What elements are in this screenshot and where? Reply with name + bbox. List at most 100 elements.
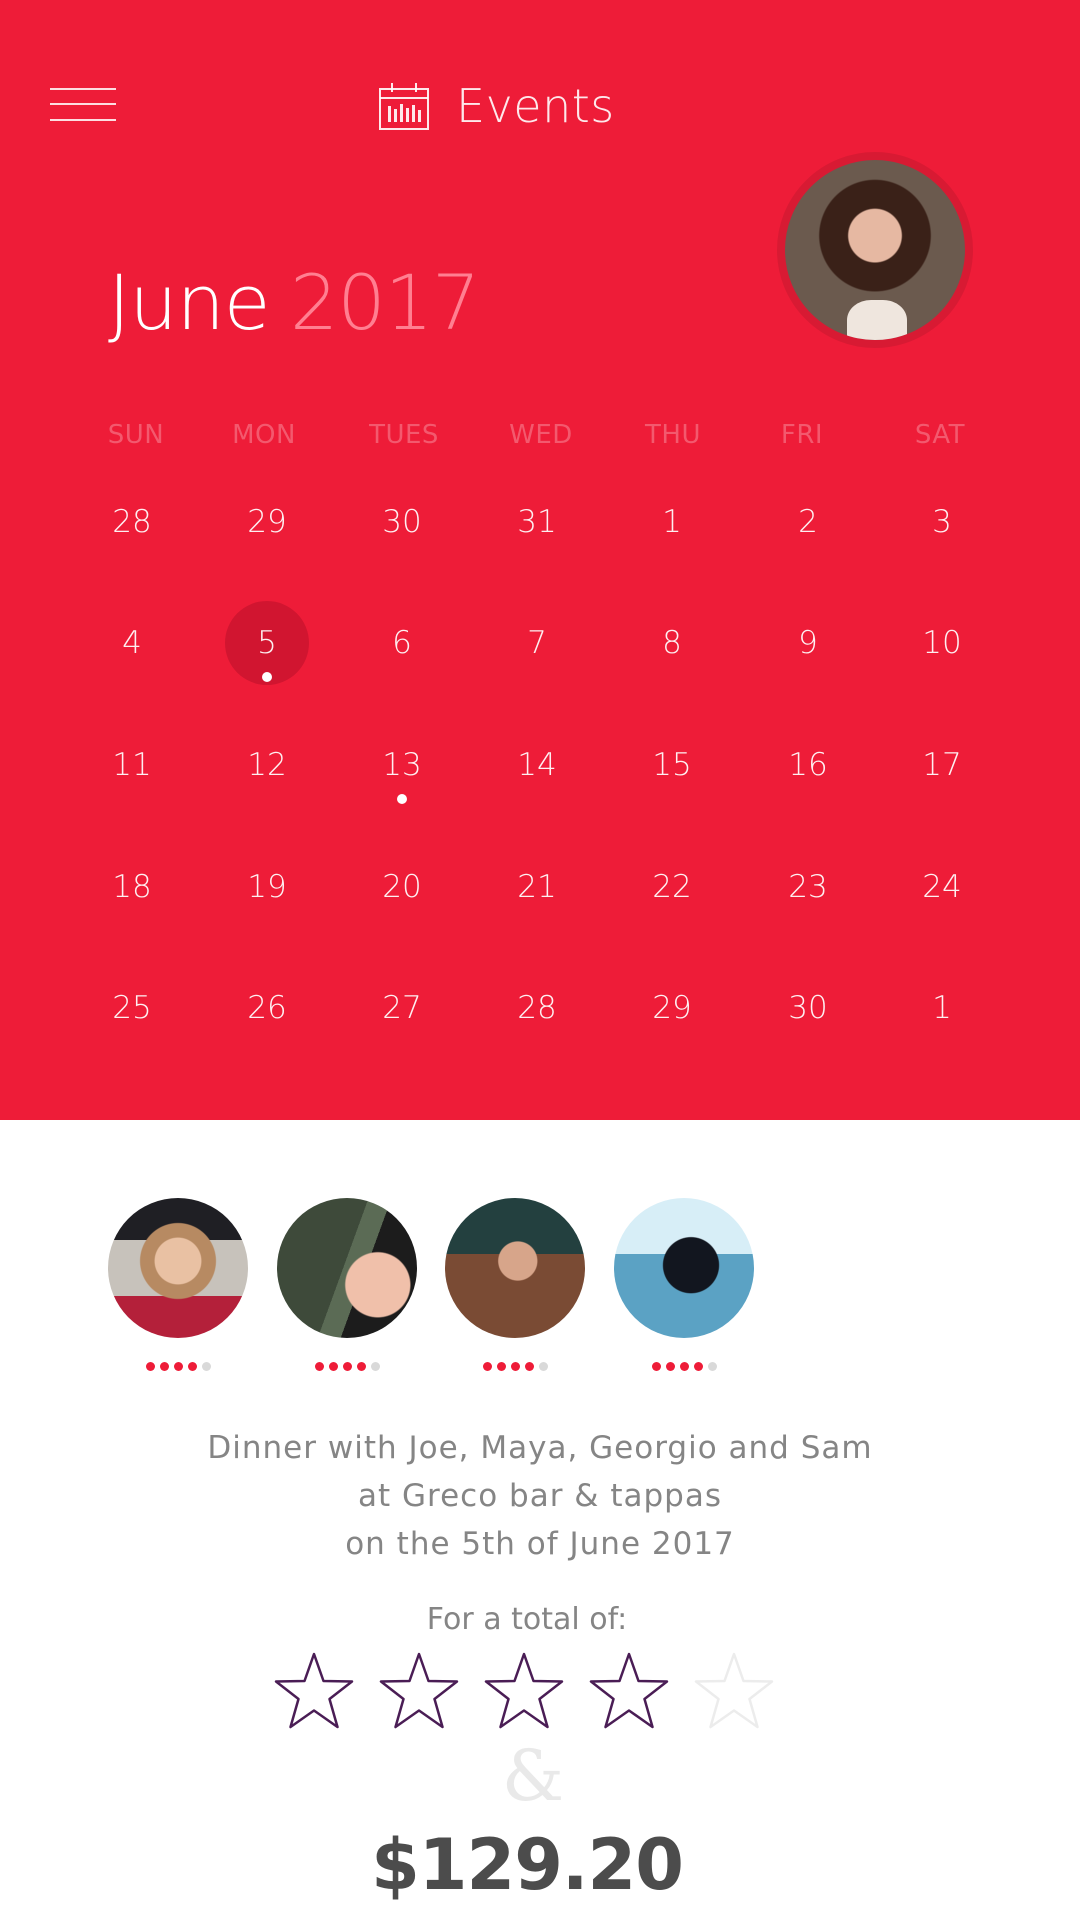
star-icon[interactable] (692, 1650, 776, 1734)
weekday-label: MON (232, 420, 296, 450)
calendar-day[interactable]: 23 (766, 845, 850, 929)
calendar-day-number: 3 (932, 504, 952, 540)
year-label[interactable]: 2017 (290, 258, 480, 347)
calendar-day[interactable]: 6 (360, 601, 444, 685)
attendee-avatar[interactable] (445, 1198, 585, 1338)
calendar-day[interactable]: 4 (90, 601, 174, 685)
calendar-day[interactable]: 8 (630, 601, 714, 685)
attendee-avatar[interactable] (277, 1198, 417, 1338)
event-line: on the 5th of June 2017 (345, 1526, 735, 1562)
calendar-day-number: 28 (112, 504, 152, 540)
ampersand-separator: & (501, 1735, 565, 1817)
weekday-label: FRI (780, 420, 824, 450)
calendar-day[interactable]: 10 (900, 601, 984, 685)
hamburger-menu-icon[interactable] (50, 86, 116, 126)
weekday-label: SUN (107, 420, 165, 450)
calendar-day[interactable]: 12 (225, 723, 309, 807)
rating-dot (187, 1362, 197, 1371)
calendar-day[interactable]: 25 (90, 966, 174, 1050)
calendar-day[interactable]: 29 (225, 480, 309, 564)
calendar-day[interactable]: 16 (766, 723, 850, 807)
weekday-label: TUES (369, 420, 439, 450)
star-icon[interactable] (272, 1650, 356, 1734)
rating-dot (370, 1362, 380, 1371)
calendar-day-number: 11 (112, 747, 152, 783)
event-indicator-dot (262, 672, 272, 682)
calendar-day-number: 19 (247, 869, 287, 905)
calendar-day[interactable]: 5 (225, 601, 309, 685)
calendar-day-number: 21 (517, 869, 557, 905)
calendar-day-number: 31 (517, 504, 557, 540)
star-rating (272, 1650, 792, 1734)
attendee-sam[interactable] (614, 1198, 754, 1378)
calendar-day[interactable]: 9 (766, 601, 850, 685)
rating-dot (482, 1362, 492, 1371)
calendar-day-number: 8 (662, 625, 682, 661)
calendar-day[interactable]: 28 (495, 966, 579, 1050)
calendar-day[interactable]: 18 (90, 845, 174, 929)
calendar-day-number: 7 (527, 625, 547, 661)
page-title: Events (456, 79, 615, 133)
rating-dot (328, 1362, 338, 1371)
calendar-day-number: 15 (652, 747, 692, 783)
calendar-day[interactable]: 30 (766, 966, 850, 1050)
calendar-day[interactable]: 15 (630, 723, 714, 807)
rating-dot (342, 1362, 352, 1371)
event-indicator-dot (397, 794, 407, 804)
attendee-avatar[interactable] (108, 1198, 248, 1338)
calendar-day[interactable]: 29 (630, 966, 714, 1050)
calendar-day-number: 28 (517, 990, 557, 1026)
calendar-day[interactable]: 2 (766, 480, 850, 564)
calendar-header: Events June 2017 SUN MON TUES WED THU FR… (0, 0, 1080, 1120)
calendar-day-number: 1 (662, 504, 682, 540)
rating-dot (145, 1362, 155, 1371)
calendar-day[interactable]: 14 (495, 723, 579, 807)
attendee-avatar[interactable] (614, 1198, 754, 1338)
calendar-day-number: 2 (798, 504, 818, 540)
calendar-day[interactable]: 13 (360, 723, 444, 807)
star-icon[interactable] (482, 1650, 566, 1734)
attendee-georgio[interactable] (445, 1198, 585, 1378)
calendar-day-number: 27 (382, 990, 422, 1026)
attendee-rating-dots (445, 1362, 585, 1371)
calendar-day[interactable]: 28 (90, 480, 174, 564)
rating-dot (510, 1362, 520, 1371)
star-icon[interactable] (377, 1650, 461, 1734)
attendee-joe[interactable] (108, 1198, 248, 1378)
calendar-day[interactable]: 26 (225, 966, 309, 1050)
calendar-day[interactable]: 24 (900, 845, 984, 929)
month-label[interactable]: June (108, 258, 271, 347)
calendar-day-number: 26 (247, 990, 287, 1026)
attendee-maya[interactable] (277, 1198, 417, 1378)
calendar-day[interactable]: 21 (495, 845, 579, 929)
calendar-day[interactable]: 20 (360, 845, 444, 929)
calendar-day-number: 1 (932, 990, 952, 1026)
star-icon[interactable] (587, 1650, 671, 1734)
weekday-label: SAT (914, 420, 966, 450)
calendar-day-number: 17 (922, 747, 962, 783)
calendar-day-number: 23 (788, 869, 828, 905)
calendar-day[interactable]: 1 (900, 966, 984, 1050)
calendar-day[interactable]: 22 (630, 845, 714, 929)
user-avatar[interactable] (777, 152, 973, 348)
calendar-day[interactable]: 11 (90, 723, 174, 807)
calendar-grid: 28 29 30 31 1 2 3 4 5 6 7 8 9 10 11 12 13 14 15 16 17 18 19 20 2… (0, 480, 1080, 1060)
calendar-day[interactable]: 3 (900, 480, 984, 564)
attendee-rating-dots (277, 1362, 417, 1371)
attendee-list (0, 1198, 1080, 1378)
calendar-day[interactable]: 7 (495, 601, 579, 685)
calendar-day[interactable]: 17 (900, 723, 984, 807)
rating-dot (173, 1362, 183, 1371)
attendee-rating-dots (614, 1362, 754, 1371)
calendar-day[interactable]: 31 (495, 480, 579, 564)
total-label: For a total of: (426, 1602, 628, 1637)
weekday-header-row: SUN MON TUES WED THU FRI SAT (0, 420, 1080, 460)
calendar-day[interactable]: 19 (225, 845, 309, 929)
calendar-icon (379, 83, 429, 130)
calendar-day-number: 29 (652, 990, 692, 1026)
calendar-day[interactable]: 30 (360, 480, 444, 564)
calendar-day[interactable]: 1 (630, 480, 714, 564)
calendar-day-number: 9 (798, 625, 818, 661)
calendar-day[interactable]: 27 (360, 966, 444, 1050)
calendar-day-number: 24 (922, 869, 962, 905)
